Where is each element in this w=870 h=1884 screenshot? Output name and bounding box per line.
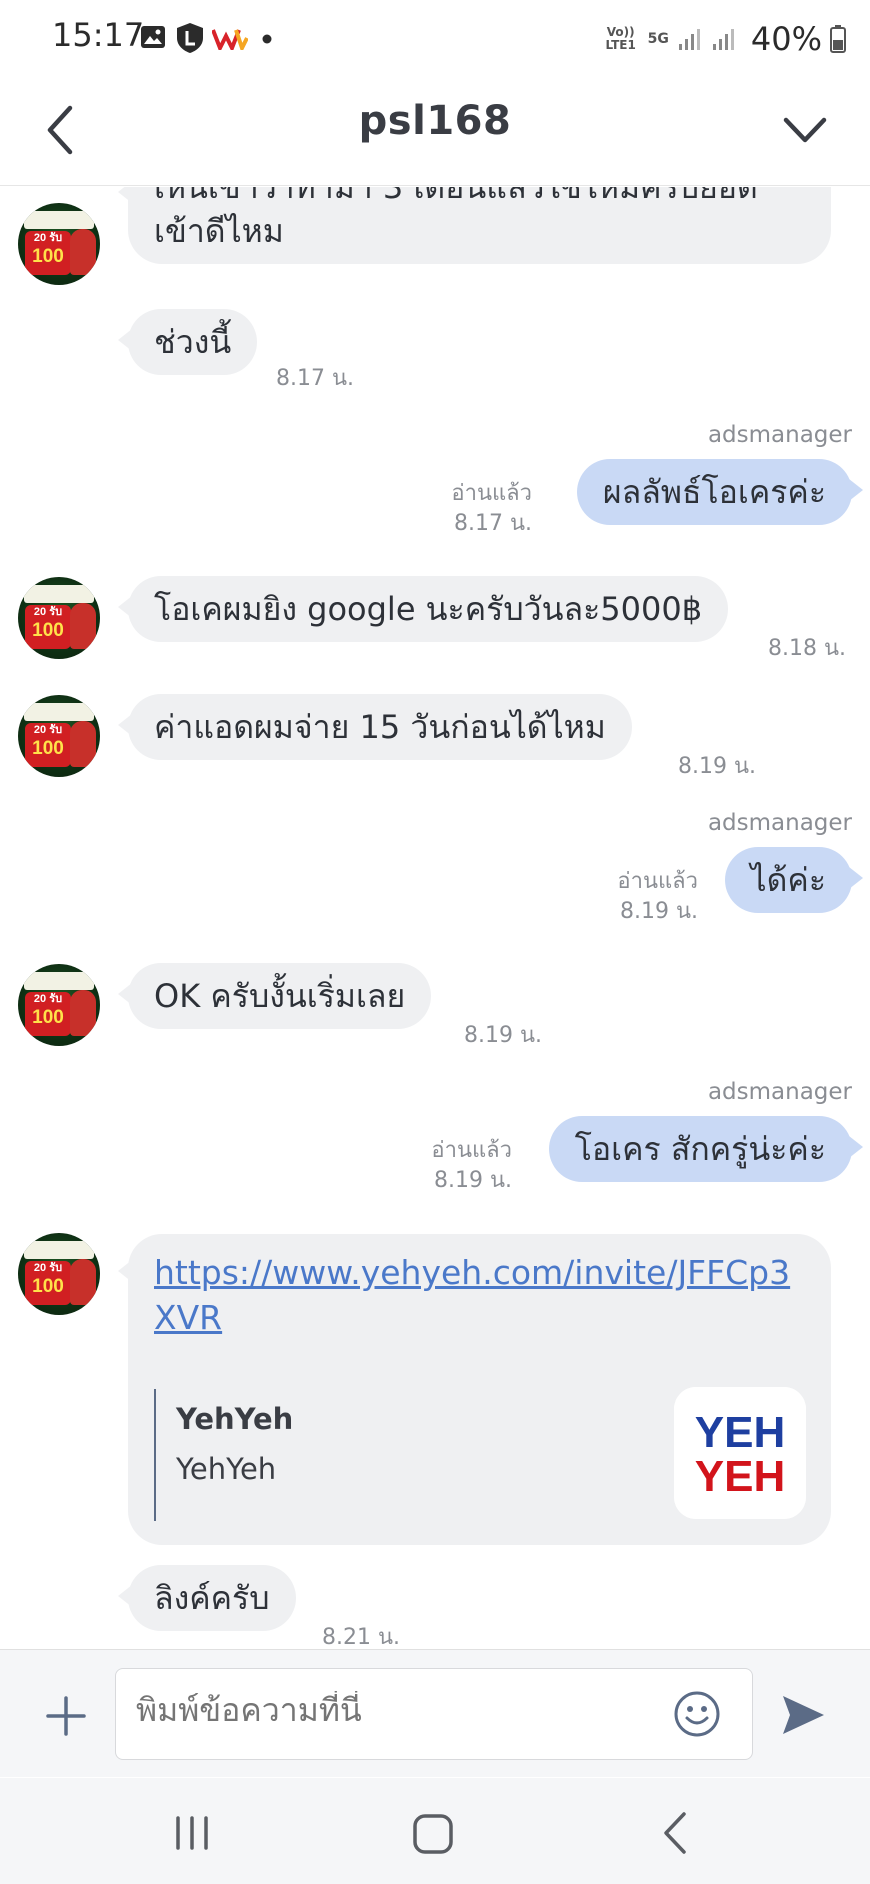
avatar[interactable]: 20 รับ 100	[18, 1233, 100, 1315]
battery-percent: 40%	[750, 20, 822, 58]
message-time: 8.19 น.	[464, 1023, 543, 1048]
read-status: อ่านแล้ว	[617, 869, 698, 894]
battery-icon	[830, 25, 846, 53]
emoji-icon[interactable]	[672, 1689, 722, 1739]
sender-name: adsmanager	[707, 810, 852, 836]
message-bubble[interactable]: ผลลัพธ์โอเครค่ะ	[576, 459, 864, 525]
message-text: เห็นเขาว่าทำมา 3 เดือนแล้วใช่ไหมครับยอดเ…	[154, 187, 758, 250]
home-icon[interactable]	[412, 1813, 454, 1855]
shield-icon	[177, 23, 203, 53]
message-time: 8.19 น.	[678, 754, 757, 779]
link-preview-card[interactable]: https://www.yehyeh.com/invite/JFFCp3XVR …	[118, 1234, 831, 1545]
network-type: 5G	[647, 30, 669, 47]
sender-name: adsmanager	[707, 422, 852, 448]
message-text: ลิงค์ครับ	[154, 1579, 270, 1617]
recent-apps-icon[interactable]	[172, 1816, 212, 1850]
chat-screen: 15:17 Vo)) LTE1 5G 40% psl168 20 รับ 100…	[0, 0, 870, 1884]
status-right: Vo)) LTE1 5G 40%	[602, 14, 846, 64]
message-bubble[interactable]: ช่วงนี้	[117, 309, 258, 375]
message-time: 8.21 น.	[322, 1625, 401, 1648]
message-text: OK ครับงั้นเริ่มเลย	[154, 977, 406, 1015]
preview-description: YehYeh	[176, 1452, 277, 1486]
message-bubble[interactable]: ค่าแอดผมจ่าย 15 วันก่อนได้ไหม	[118, 694, 632, 760]
message-bubble[interactable]: เห็นเขาว่าทำมา 3 เดือนแล้วใช่ไหมครับยอดเ…	[118, 187, 831, 264]
signal-icon	[678, 29, 700, 50]
signal-icon	[712, 29, 734, 50]
read-status: อ่านแล้ว	[451, 481, 532, 506]
avatar[interactable]: 20 รับ 100	[18, 577, 100, 659]
read-receipt: อ่านแล้ว 8.19 น.	[617, 867, 698, 927]
avatar[interactable]: 20 รับ 100	[18, 695, 100, 777]
message-bubble[interactable]: ได้ค่ะ	[724, 847, 864, 913]
read-receipt: อ่านแล้ว 8.17 น.	[451, 479, 532, 539]
preview-title: YehYeh	[176, 1402, 294, 1436]
message-bubble[interactable]: โอเคผมยิง google นะครับวันละ5000฿	[117, 576, 729, 642]
preview-thumbnail[interactable]: YEH YEH	[674, 1387, 806, 1519]
message-input-bar	[0, 1649, 870, 1777]
message-text: ได้ค่ะ	[750, 861, 826, 899]
more-notifications-icon	[262, 34, 272, 44]
message-time: 8.19 น.	[619, 899, 698, 924]
chat-title: psl168	[358, 98, 512, 144]
message-bubble[interactable]: OK ครับงั้นเริ่มเลย	[117, 963, 432, 1029]
message-time: 8.17 น.	[453, 511, 532, 536]
message-bubble[interactable]: โอเคร สักครู่น่ะค่ะ	[548, 1116, 864, 1182]
read-receipt: อ่านแล้ว 8.19 น.	[431, 1136, 512, 1196]
send-icon[interactable]	[780, 1692, 826, 1738]
chevron-down-icon[interactable]	[780, 108, 830, 152]
message-input-box[interactable]	[115, 1668, 753, 1760]
message-bubble[interactable]: ลิงค์ครับ	[118, 1565, 296, 1631]
system-nav-bar	[0, 1778, 870, 1884]
message-input[interactable]	[136, 1691, 636, 1729]
plus-icon[interactable]	[44, 1694, 88, 1738]
app-notification-icon	[212, 29, 248, 50]
gallery-icon	[141, 26, 165, 48]
message-text: ผลลัพธ์โอเครค่ะ	[602, 473, 826, 511]
message-text: ค่าแอดผมจ่าย 15 วันก่อนได้ไหม	[154, 708, 606, 746]
volte-indicator: Vo)) LTE1	[605, 25, 636, 52]
yehyeh-logo-icon: YEH YEH	[674, 1387, 806, 1519]
back-nav-icon[interactable]	[660, 1810, 690, 1856]
avatar[interactable]: 20 รับ 100	[18, 203, 100, 285]
chat-header: psl168	[0, 78, 870, 186]
message-list[interactable]: 20 รับ 100 เห็นเขาว่าทำมา 3 เดือนแล้วใช่ไ…	[0, 187, 870, 1648]
preview-divider	[154, 1389, 156, 1521]
message-time: 8.18 น.	[768, 636, 847, 661]
message-text: โอเคร สักครู่น่ะค่ะ	[574, 1130, 826, 1168]
link-url[interactable]: https://www.yehyeh.com/invite/JFFCp3XVR	[154, 1250, 804, 1340]
message-time: 8.19 น.	[433, 1168, 512, 1193]
svg-text:YEH: YEH	[695, 1408, 785, 1457]
svg-text:YEH: YEH	[695, 1452, 785, 1501]
message-time: 8.17 น.	[276, 366, 355, 391]
status-bar: 15:17 Vo)) LTE1 5G 40%	[0, 0, 870, 78]
message-text: โอเคผมยิง google นะครับวันละ5000฿	[154, 590, 703, 628]
read-status: อ่านแล้ว	[431, 1138, 512, 1163]
message-text: ช่วงนี้	[154, 323, 232, 361]
sender-name: adsmanager	[707, 1079, 852, 1105]
status-time: 15:17	[52, 16, 145, 54]
avatar[interactable]: 20 รับ 100	[18, 964, 100, 1046]
